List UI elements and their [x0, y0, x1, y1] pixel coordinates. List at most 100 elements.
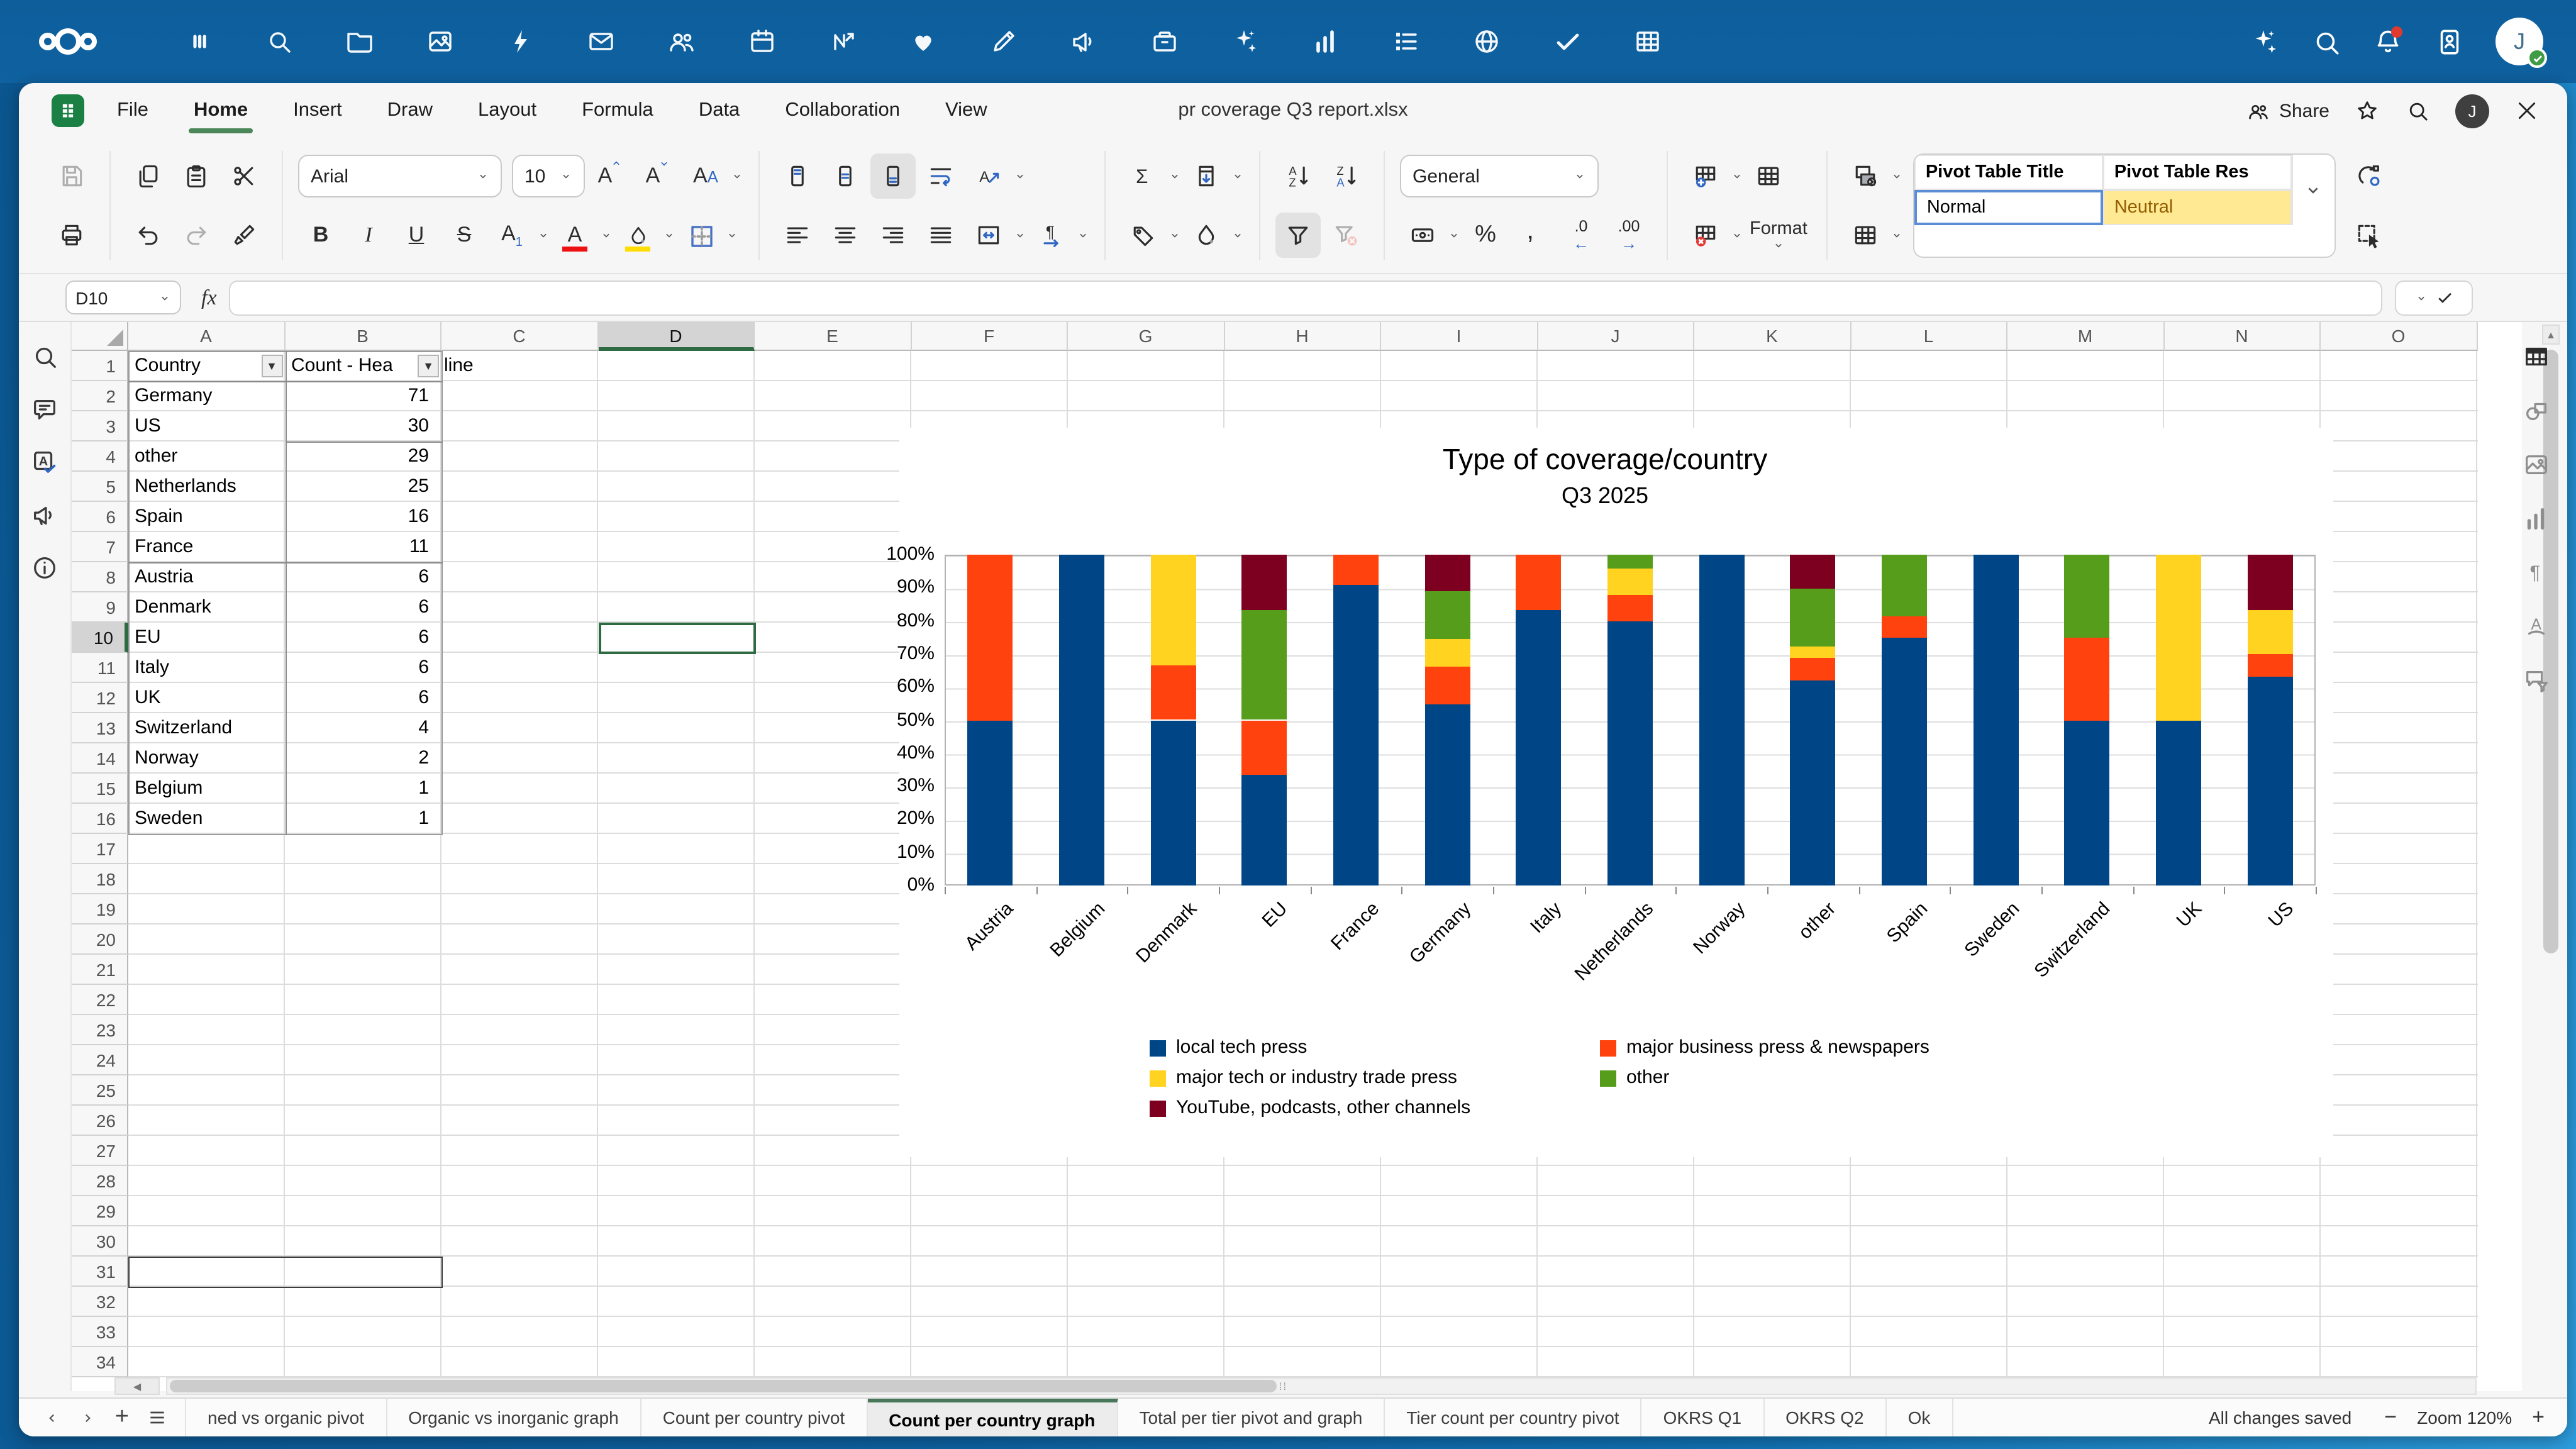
sheet-tab-okrs-q2[interactable]: OKRS Q2 [1764, 1399, 1887, 1436]
collaborator-avatar[interactable]: J [2455, 94, 2489, 128]
chevron-down-icon[interactable] [1169, 229, 1181, 242]
print-button[interactable] [49, 213, 94, 258]
chevron-down-icon[interactable] [1890, 170, 1903, 182]
menu-file[interactable]: File [117, 99, 148, 122]
cell-b10[interactable]: 6 [285, 623, 436, 653]
align-bottom-button[interactable] [870, 153, 916, 199]
row-header-21[interactable]: 21 [72, 955, 128, 985]
chevron-down-icon[interactable] [1448, 229, 1460, 242]
number-format-select[interactable]: General [1400, 155, 1599, 197]
nextcloud-logo-icon[interactable] [38, 21, 98, 62]
cell-a4[interactable]: other [128, 441, 283, 472]
sheet-tab-total-per-tier-pivot-and-graph[interactable]: Total per tier pivot and graph [1118, 1399, 1385, 1436]
menu-layout[interactable]: Layout [478, 99, 536, 122]
tables-icon[interactable] [1633, 26, 1663, 57]
sheet-grid[interactable]: Country Count - Hea line ▼ ▼ Type of cov… [72, 322, 2477, 1377]
add-sheet-button[interactable]: + [104, 1399, 140, 1436]
style-pivot-table-title[interactable]: Pivot Table Title [1914, 155, 2103, 190]
cell-b12[interactable]: 6 [285, 683, 436, 713]
approvals-icon[interactable] [1552, 26, 1582, 57]
column-header-j[interactable]: J [1538, 322, 1694, 351]
insert-chart-icon[interactable] [2521, 504, 2550, 533]
cell-a5[interactable]: Netherlands [128, 472, 283, 502]
favorite-star-icon[interactable] [2355, 98, 2380, 123]
column-header-f[interactable]: F [911, 322, 1068, 351]
name-tag-button[interactable] [1121, 213, 1166, 258]
announcements-icon[interactable] [1069, 26, 1099, 57]
row-header-6[interactable]: 6 [72, 502, 128, 532]
row-header-3[interactable]: 3 [72, 411, 128, 441]
row-header-30[interactable]: 30 [72, 1226, 128, 1257]
menu-insert[interactable]: Insert [293, 99, 342, 122]
row-header-15[interactable]: 15 [72, 774, 128, 804]
chevron-down-icon[interactable] [1077, 229, 1089, 242]
cell-b4[interactable]: 29 [285, 441, 436, 472]
cell-a3[interactable]: US [128, 411, 283, 441]
paste-button[interactable] [174, 153, 219, 199]
dashboard-icon[interactable] [184, 26, 214, 57]
cell-a14[interactable]: Norway [128, 743, 283, 774]
merge-cells-button[interactable] [966, 213, 1011, 258]
wrap-text-button[interactable] [918, 153, 963, 199]
cell-b9[interactable]: 6 [285, 592, 436, 623]
character-style-icon[interactable] [2521, 613, 2550, 641]
formula-accept-button[interactable] [2396, 280, 2473, 315]
style-neutral[interactable]: Neutral [2103, 190, 2292, 225]
cell-reference-box[interactable]: D10 [65, 280, 181, 314]
charts-icon[interactable] [1311, 26, 1341, 57]
fill-down-button[interactable] [1184, 153, 1229, 199]
cell-b13[interactable]: 4 [285, 713, 436, 743]
column-header-n[interactable]: N [2164, 322, 2321, 351]
formula-input[interactable] [230, 280, 2383, 315]
chevron-down-icon[interactable] [1231, 229, 1244, 242]
column-header-o[interactable]: O [2321, 322, 2477, 351]
deck-icon[interactable] [1150, 26, 1180, 57]
unified-search-icon[interactable] [2311, 26, 2342, 57]
cell-a15[interactable]: Belgium [128, 774, 283, 804]
center-vertically-button[interactable] [823, 153, 868, 199]
assistant-icon[interactable] [1230, 26, 1260, 57]
cell-a12[interactable]: UK [128, 683, 283, 713]
cell-b6[interactable]: 16 [285, 502, 436, 532]
paragraph-style-icon[interactable] [2521, 558, 2550, 587]
align-center-button[interactable] [823, 213, 868, 258]
sheet-tab-count-per-country-graph[interactable]: Count per country graph [867, 1399, 1118, 1436]
insert-image-icon[interactable] [2521, 450, 2550, 479]
column-header-d[interactable]: D [598, 322, 755, 351]
selected-cell-d10[interactable] [598, 623, 755, 654]
clear-filter-button[interactable] [1323, 213, 1368, 258]
menu-draw[interactable]: Draw [387, 99, 433, 122]
chevron-down-icon[interactable] [1014, 170, 1026, 182]
chevron-down-icon[interactable] [1890, 229, 1903, 242]
horizontal-scrollbar[interactable]: ◀ ⁞⁞ [166, 1377, 2477, 1395]
row-header-20[interactable]: 20 [72, 924, 128, 955]
column-header-a[interactable]: A [128, 322, 285, 351]
row-header-33[interactable]: 33 [72, 1317, 128, 1347]
scroll-left-arrow[interactable]: ◀ [114, 1377, 160, 1395]
row-header-10[interactable]: 10 [72, 623, 128, 653]
row-header-27[interactable]: 27 [72, 1136, 128, 1166]
autosum-button[interactable] [1121, 153, 1166, 199]
sheet-tab-okrs-q1[interactable]: OKRS Q1 [1642, 1399, 1765, 1436]
row-header-4[interactable]: 4 [72, 441, 128, 472]
notifications-button[interactable] [2372, 26, 2404, 57]
column-header-g[interactable]: G [1068, 322, 1224, 351]
column-header-k[interactable]: K [1694, 322, 1851, 351]
italic-button[interactable]: I [346, 213, 391, 258]
contacts-menu-icon[interactable] [2434, 26, 2465, 57]
row-header-1[interactable]: 1 [72, 351, 128, 381]
cell-a13[interactable]: Switzerland [128, 713, 283, 743]
chevron-down-icon[interactable] [726, 229, 738, 242]
save-button[interactable] [49, 153, 94, 199]
font-size-select[interactable]: 10 [512, 155, 585, 197]
highlight-color-button[interactable] [615, 213, 660, 258]
properties-deck-icon[interactable] [2521, 342, 2550, 371]
borders-button[interactable] [678, 213, 723, 258]
column-header-e[interactable]: E [755, 322, 911, 351]
chevron-down-icon[interactable] [1731, 170, 1743, 182]
row-header-9[interactable]: 9 [72, 592, 128, 623]
sheet-tab-organic-vs-inorganic-graph[interactable]: Organic vs inorganic graph [387, 1399, 641, 1436]
row-header-18[interactable]: 18 [72, 864, 128, 894]
styles-gallery-expander[interactable] [2292, 155, 2334, 225]
insert-rows-columns-button[interactable] [1683, 153, 1728, 199]
